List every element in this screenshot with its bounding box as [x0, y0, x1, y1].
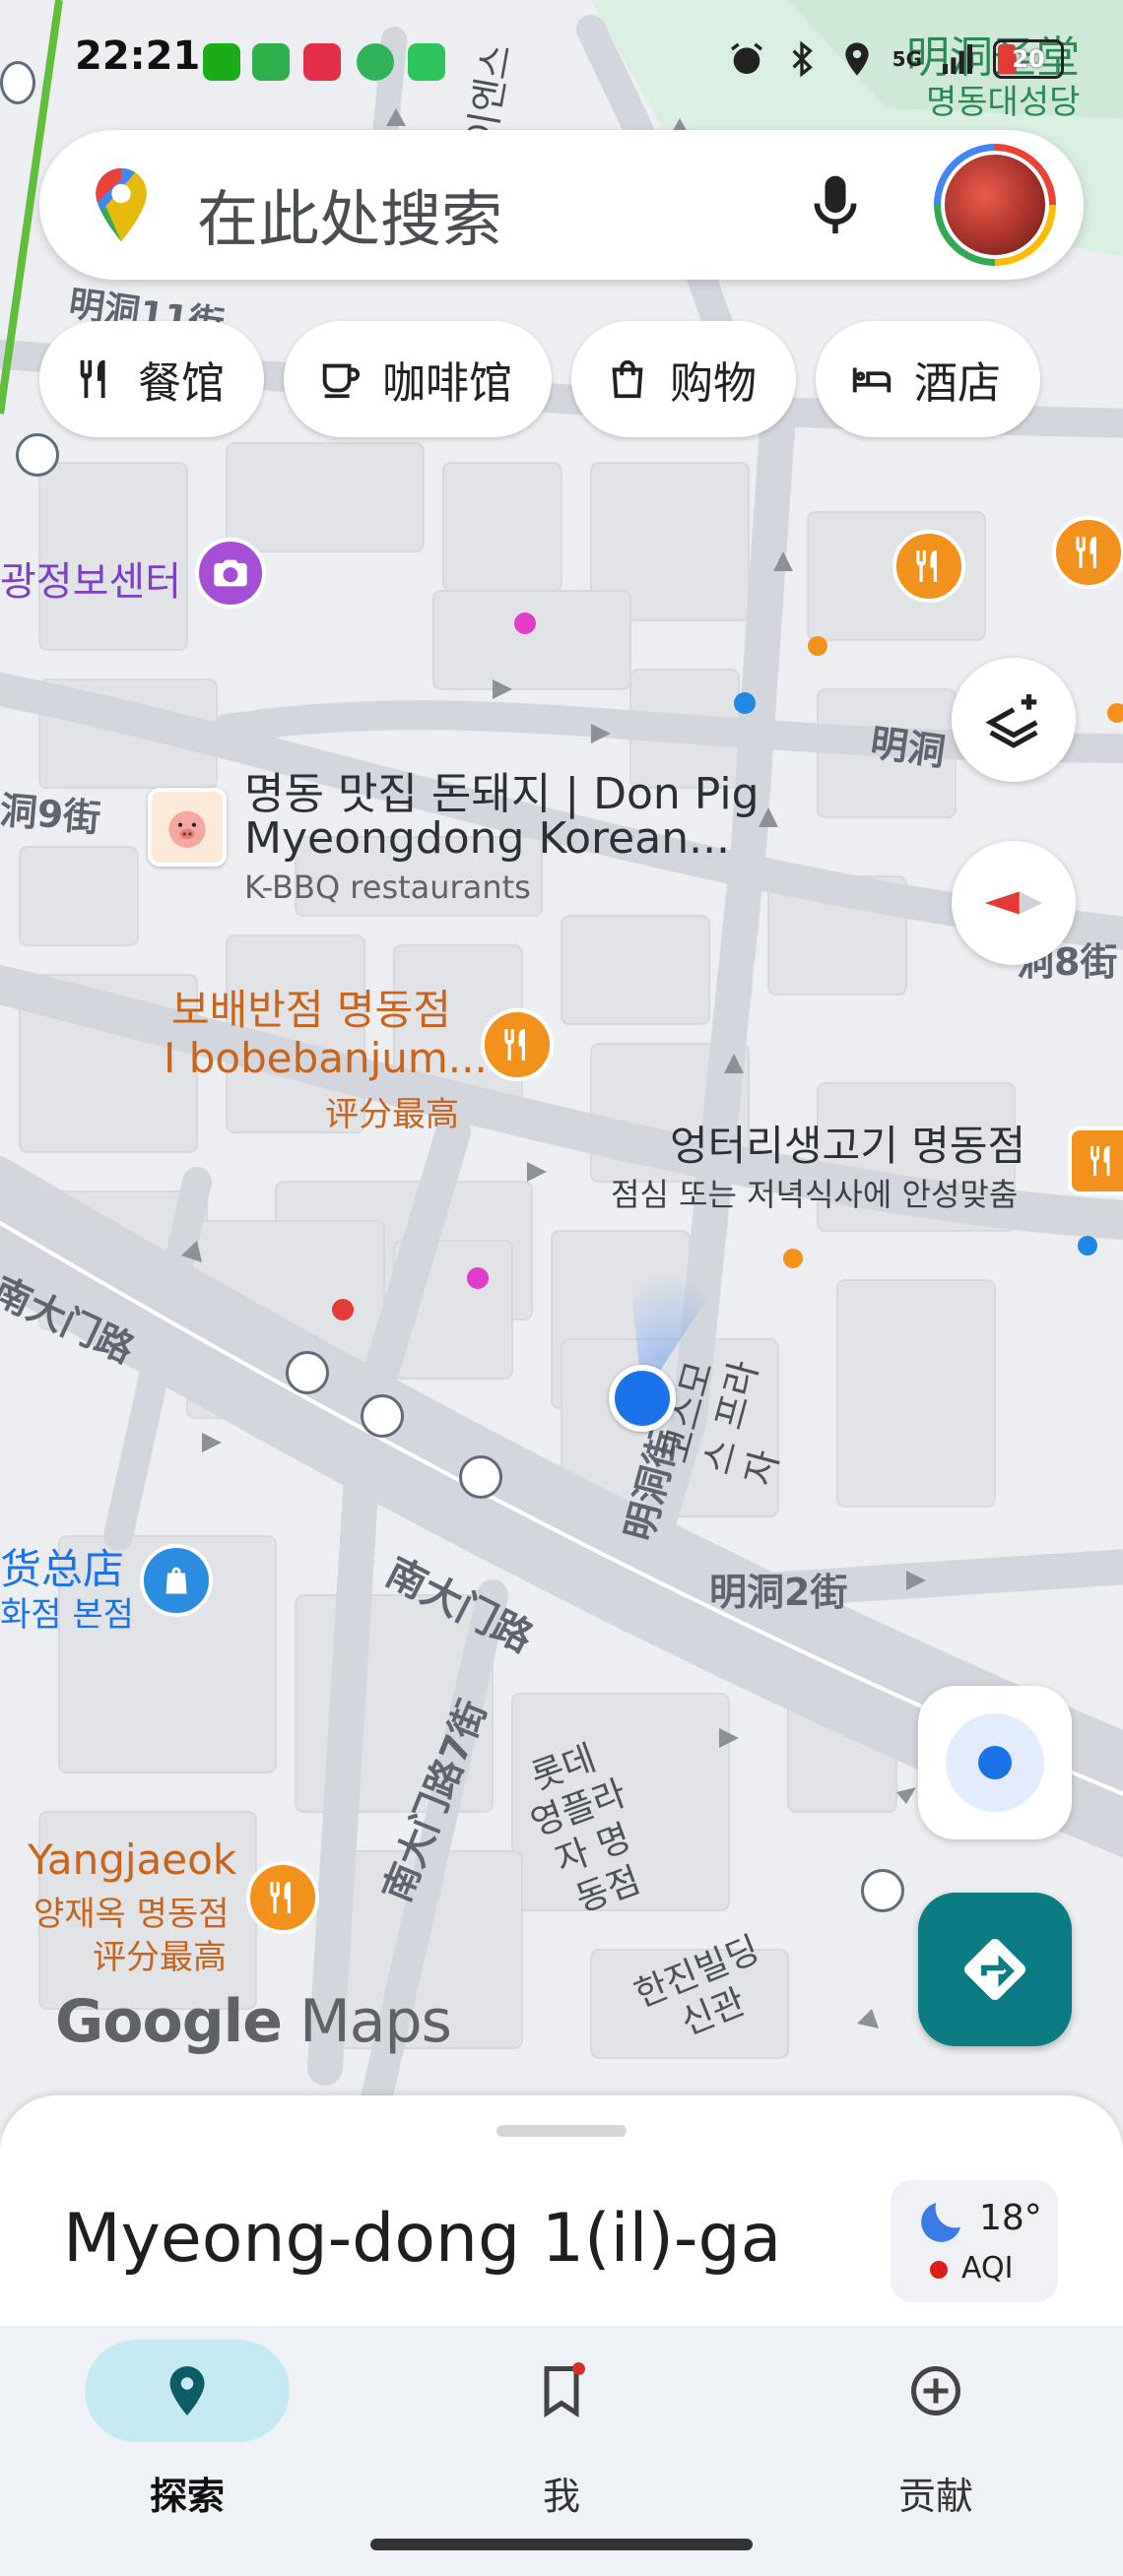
nav-label: 探索	[149, 2475, 225, 2518]
bobeban-name-en[interactable]: I bobebanjum...	[164, 1034, 488, 1082]
bus-stop-icon[interactable]	[16, 433, 59, 477]
nav-label: 贡献	[897, 2475, 973, 2518]
street-label: 洞9街	[0, 788, 102, 841]
my-location-icon	[946, 1713, 1044, 1812]
search-bar[interactable]: 在此处搜索	[39, 130, 1084, 280]
me-app-icon	[303, 43, 341, 81]
yangjaeok-name-en[interactable]: Yangjaeok	[28, 1835, 236, 1884]
weather-temp: 18°	[979, 2198, 1042, 2238]
bus-stop-icon[interactable]	[286, 1351, 329, 1394]
yangjaeok-name-kr[interactable]: 양재옥 명동점	[33, 1887, 230, 1935]
wechat-icon	[203, 43, 240, 81]
alarm-icon	[730, 42, 762, 74]
sheet-drag-handle[interactable]	[496, 2125, 627, 2137]
search-input[interactable]: 在此处搜索	[197, 169, 502, 258]
dept-store-label-kr[interactable]: 화점 본점	[0, 1587, 134, 1636]
eongteori-name-kr[interactable]: 엉터리생고기 명동점	[670, 1113, 1025, 1173]
my-location-dot	[609, 1365, 676, 1432]
directions-button[interactable]	[918, 1893, 1072, 2046]
bobeban-note: 评分最高	[325, 1095, 459, 1134]
bus-stop-icon[interactable]	[361, 1394, 404, 1438]
mic-icon[interactable]	[808, 173, 863, 238]
nav-label: 我	[542, 2475, 580, 2518]
compass-icon	[984, 891, 1043, 915]
lotte-label[interactable]: 롯데 영플라자 명동점	[505, 1729, 667, 1929]
chip-cafes[interactable]: 咖啡馆	[284, 321, 552, 437]
bus-stop-icon[interactable]	[459, 1455, 502, 1499]
compass-button[interactable]	[952, 841, 1076, 965]
bobeban-name-kr[interactable]: 보배반점 명동점	[171, 977, 451, 1037]
restaurant-pin-icon[interactable]	[1052, 516, 1123, 589]
signal-icon	[943, 44, 972, 74]
aqi-label: AQI	[961, 2251, 1014, 2286]
messages-icon	[252, 43, 290, 81]
street-label: 南大门路	[0, 1268, 141, 1372]
shopping-bag-icon	[612, 359, 643, 399]
avatar[interactable]	[934, 144, 1056, 266]
restaurant-pin-icon[interactable]	[246, 1861, 319, 1934]
bottom-sheet[interactable]: Myeong-dong 1(il)-ga 18° AQI	[0, 2095, 1123, 2342]
moon-icon	[921, 2203, 960, 2242]
restaurant-pin-icon[interactable]	[892, 530, 965, 603]
bookmark-icon	[544, 2362, 585, 2418]
battery-icon: 20	[993, 39, 1064, 79]
status-icons: 5G 20	[727, 33, 1064, 85]
chip-restaurants[interactable]: 餐馆	[39, 321, 264, 437]
status-bar: 22:21 5G 20	[0, 0, 1123, 126]
layers-button[interactable]	[952, 658, 1076, 782]
restaurant-pin-icon[interactable]	[1068, 1127, 1123, 1195]
bus-stop-icon[interactable]	[861, 1869, 904, 1912]
camera-poi-icon[interactable]	[195, 538, 266, 609]
aqi-dot-icon	[930, 2261, 948, 2279]
chip-label: 酒店	[914, 358, 1001, 409]
security-icon	[357, 43, 394, 81]
category-chips: 餐馆 咖啡馆 购物 酒店	[39, 321, 1040, 437]
donpig-name-kr[interactable]: 명동 맛집 돈돼지 | Don Pig	[244, 758, 760, 821]
location-icon	[844, 42, 869, 76]
shopping-pin-icon[interactable]	[140, 1544, 213, 1617]
donpig-poi-icon[interactable]	[148, 788, 227, 867]
hanjin-label[interactable]: 한진빌딩 신관	[626, 1927, 786, 2059]
restaurant-icon	[80, 359, 105, 399]
yangjaeok-note: 评分最高	[93, 1938, 227, 1977]
add-circle-icon	[911, 2366, 960, 2415]
street-label: 明洞	[867, 720, 949, 775]
location-pin-icon	[169, 2366, 205, 2415]
street-label: 南大门路	[378, 1549, 540, 1662]
chip-shopping[interactable]: 购物	[571, 321, 796, 437]
chip-hotels[interactable]: 酒店	[816, 321, 1040, 437]
weather-badge[interactable]: 18° AQI	[891, 2180, 1058, 2302]
donpig-name-en[interactable]: Myeongdong Korean...	[244, 813, 730, 864]
coffee-icon	[322, 363, 361, 399]
app-grid-icon	[408, 43, 445, 81]
street-label: 明洞2街	[709, 1571, 848, 1614]
chip-label: 咖啡馆	[382, 358, 512, 409]
info-center-label[interactable]: 광정보센터	[0, 549, 181, 607]
chip-label: 餐馆	[138, 358, 225, 409]
maps-pin-icon	[96, 167, 147, 242]
nav-explore[interactable]: 探索	[0, 2326, 374, 2543]
google-maps-logo: Google Maps	[55, 1987, 452, 2056]
chip-label: 购物	[670, 358, 757, 409]
home-indicator[interactable]	[370, 2539, 753, 2550]
nav-contribute[interactable]: 贡献	[749, 2326, 1123, 2543]
restaurant-pin-icon[interactable]	[481, 1008, 554, 1081]
street-label: 南大门路7街	[374, 1694, 495, 1908]
donpig-category: K-BBQ restaurants	[244, 869, 531, 906]
nav-me[interactable]: 我	[374, 2326, 749, 2543]
bed-icon	[852, 367, 892, 393]
bluetooth-icon	[792, 40, 813, 78]
my-location-button[interactable]	[918, 1686, 1072, 1839]
layers-add-icon	[985, 694, 1038, 748]
eongteori-note: 점심 또는 저녁식사에 안성맞춤	[611, 1176, 1019, 1213]
network-label: 5G	[892, 47, 922, 71]
clock: 22:21	[75, 33, 201, 79]
directions-icon	[964, 1939, 1025, 2000]
place-title: Myeong-dong 1(il)-ga	[63, 2200, 782, 2278]
